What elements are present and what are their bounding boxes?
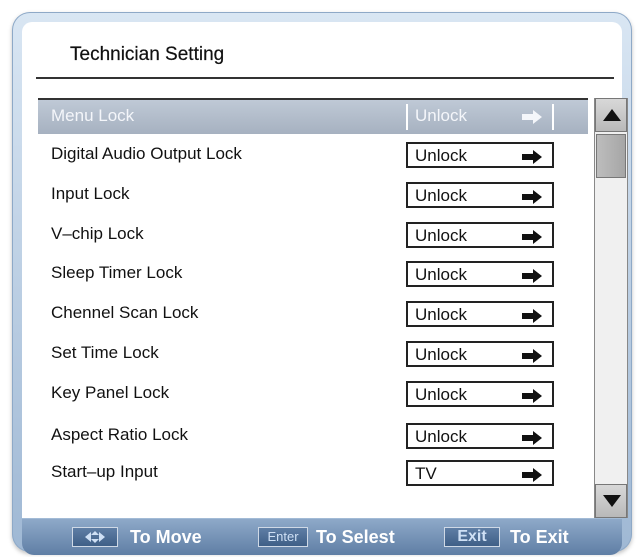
menu-item-label: Menu Lock [51, 106, 135, 125]
value-text: Unlock [415, 427, 467, 446]
hint-bar: To Move Enter To Selest Exit To Exit [22, 519, 622, 555]
value-selector[interactable]: Unlock [406, 423, 554, 449]
scrollbar[interactable] [594, 98, 628, 518]
menu-item-start-up-input[interactable]: Start–up Input TV [38, 456, 588, 490]
select-hint: To Selest [316, 527, 395, 547]
menu-item-label: Start–up Input [51, 462, 158, 481]
page-title: Technician Setting [70, 44, 225, 65]
menu-item-key-panel-lock[interactable]: Key Panel Lock Unlock [38, 377, 588, 411]
menu-item-aspect-ratio-lock[interactable]: Aspect Ratio Lock Unlock [38, 419, 588, 453]
menu-item-label: Digital Audio Output Lock [51, 144, 242, 163]
value-selector[interactable]: Unlock [406, 381, 554, 407]
menu-item-input-lock[interactable]: Input Lock Unlock [38, 178, 588, 212]
menu-item-label: Sleep Timer Lock [51, 263, 183, 282]
triangle-up-icon [603, 109, 621, 121]
move-key [72, 527, 118, 547]
value-selector[interactable]: Unlock [406, 142, 554, 168]
menu-item-label: V–chip Lock [51, 224, 144, 243]
right-arrow-icon [522, 309, 542, 323]
menu-item-label: Input Lock [51, 184, 130, 203]
scroll-up-button[interactable] [595, 98, 627, 132]
value-text: Unlock [415, 186, 467, 205]
value-text: Unlock [415, 106, 467, 125]
value-text: Unlock [415, 265, 467, 284]
right-arrow-icon [522, 110, 542, 124]
right-arrow-icon [522, 190, 542, 204]
right-arrow-icon [522, 230, 542, 244]
right-arrow-icon [522, 150, 542, 164]
value-text: Unlock [415, 146, 467, 165]
exit-key: Exit [444, 527, 500, 547]
value-text: Unlock [415, 385, 467, 404]
menu-item-chennel-scan-lock[interactable]: Chennel Scan Lock Unlock [38, 297, 588, 331]
value-selector[interactable]: Unlock [406, 222, 554, 248]
value-text: TV [415, 464, 437, 483]
move-arrows-icon [85, 531, 105, 543]
menu-item-label: Key Panel Lock [51, 383, 170, 402]
menu-item-label: Aspect Ratio Lock [51, 425, 189, 444]
exit-hint: To Exit [510, 527, 569, 547]
value-text: Unlock [415, 305, 467, 324]
menu-item-label: Set Time Lock [51, 343, 159, 362]
right-arrow-icon [522, 468, 542, 482]
scroll-down-button[interactable] [595, 484, 627, 518]
value-selector[interactable]: Unlock [406, 104, 554, 130]
triangle-down-icon [603, 495, 621, 507]
enter-key: Enter [258, 527, 308, 547]
right-arrow-icon [522, 349, 542, 363]
title-divider [36, 77, 614, 79]
value-selector[interactable]: Unlock [406, 301, 554, 327]
right-arrow-icon [522, 389, 542, 403]
value-selector[interactable]: TV [406, 460, 554, 486]
menu-item-label: Chennel Scan Lock [51, 303, 199, 322]
right-arrow-icon [522, 431, 542, 445]
value-text: Unlock [415, 345, 467, 364]
menu-item-digital-audio-output-lock[interactable]: Digital Audio Output Lock Unlock [38, 138, 588, 172]
menu-item-set-time-lock[interactable]: Set Time Lock Unlock [38, 337, 588, 371]
value-selector[interactable]: Unlock [406, 261, 554, 287]
value-selector[interactable]: Unlock [406, 341, 554, 367]
move-hint: To Move [130, 527, 202, 547]
value-selector[interactable]: Unlock [406, 182, 554, 208]
menu-item-sleep-timer-lock[interactable]: Sleep Timer Lock Unlock [38, 257, 588, 291]
value-text: Unlock [415, 226, 467, 245]
right-arrow-icon [522, 269, 542, 283]
scroll-thumb[interactable] [596, 134, 626, 178]
menu-item-v-chip-lock[interactable]: V–chip Lock Unlock [38, 218, 588, 252]
menu-item-menu-lock[interactable]: Menu Lock Unlock [38, 98, 588, 134]
